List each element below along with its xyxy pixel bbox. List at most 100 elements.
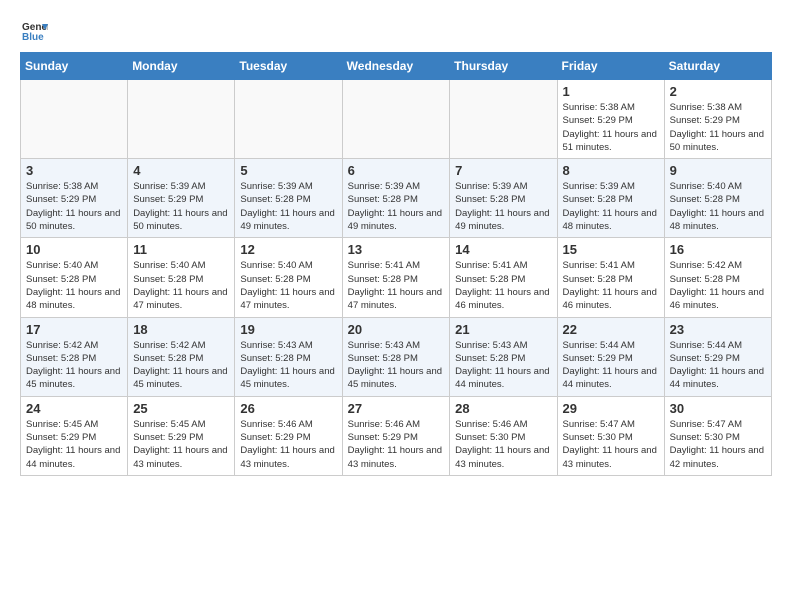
day-number: 26 xyxy=(240,401,336,416)
day-info: Sunrise: 5:40 AM Sunset: 5:28 PM Dayligh… xyxy=(240,259,336,312)
column-header-monday: Monday xyxy=(128,53,235,80)
calendar-day-cell xyxy=(128,80,235,159)
day-number: 2 xyxy=(670,84,766,99)
calendar-week-row: 17 Sunrise: 5:42 AM Sunset: 5:28 PM Dayli… xyxy=(21,317,772,396)
calendar-day-cell: 13 Sunrise: 5:41 AM Sunset: 5:28 PM Dayli… xyxy=(342,238,450,317)
calendar-day-cell: 10Sunrise: 5:40 AM Sunset: 5:28 PM Dayli… xyxy=(21,238,128,317)
day-number: 12 xyxy=(240,242,336,257)
day-info: Sunrise: 5:46 AM Sunset: 5:29 PM Dayligh… xyxy=(348,418,445,471)
page-header: General Blue xyxy=(20,16,772,44)
day-number: 18 xyxy=(133,322,229,337)
day-number: 9 xyxy=(670,163,766,178)
column-header-tuesday: Tuesday xyxy=(235,53,342,80)
day-number: 14 xyxy=(455,242,551,257)
day-info: Sunrise: 5:43 AM Sunset: 5:28 PM Dayligh… xyxy=(348,339,445,392)
day-info: Sunrise: 5:45 AM Sunset: 5:29 PM Dayligh… xyxy=(26,418,122,471)
day-number: 17 xyxy=(26,322,122,337)
calendar-day-cell: 27 Sunrise: 5:46 AM Sunset: 5:29 PM Dayli… xyxy=(342,396,450,475)
day-info: Sunrise: 5:40 AM Sunset: 5:28 PM Dayligh… xyxy=(26,259,122,312)
day-number: 15 xyxy=(563,242,659,257)
calendar-day-cell: 28 Sunrise: 5:46 AM Sunset: 5:30 PM Dayli… xyxy=(450,396,557,475)
calendar-day-cell: 23 Sunrise: 5:44 AM Sunset: 5:29 PM Dayli… xyxy=(664,317,771,396)
day-number: 13 xyxy=(348,242,445,257)
calendar-day-cell: 22 Sunrise: 5:44 AM Sunset: 5:29 PM Dayli… xyxy=(557,317,664,396)
calendar-day-cell: 26 Sunrise: 5:46 AM Sunset: 5:29 PM Dayli… xyxy=(235,396,342,475)
day-number: 6 xyxy=(348,163,445,178)
day-number: 11 xyxy=(133,242,229,257)
day-number: 28 xyxy=(455,401,551,416)
day-info: Sunrise: 5:41 AM Sunset: 5:28 PM Dayligh… xyxy=(348,259,445,312)
day-info: Sunrise: 5:43 AM Sunset: 5:28 PM Dayligh… xyxy=(455,339,551,392)
day-info: Sunrise: 5:39 AM Sunset: 5:28 PM Dayligh… xyxy=(455,180,551,233)
calendar-day-cell: 21 Sunrise: 5:43 AM Sunset: 5:28 PM Dayli… xyxy=(450,317,557,396)
calendar-day-cell: 16Sunrise: 5:42 AM Sunset: 5:28 PM Dayli… xyxy=(664,238,771,317)
calendar-day-cell: 11 Sunrise: 5:40 AM Sunset: 5:28 PM Dayli… xyxy=(128,238,235,317)
day-info: Sunrise: 5:39 AM Sunset: 5:28 PM Dayligh… xyxy=(348,180,445,233)
day-number: 3 xyxy=(26,163,122,178)
calendar-header-row: SundayMondayTuesdayWednesdayThursdayFrid… xyxy=(21,53,772,80)
calendar-day-cell: 24 Sunrise: 5:45 AM Sunset: 5:29 PM Dayli… xyxy=(21,396,128,475)
day-number: 21 xyxy=(455,322,551,337)
day-number: 7 xyxy=(455,163,551,178)
day-number: 29 xyxy=(563,401,659,416)
day-info: Sunrise: 5:45 AM Sunset: 5:29 PM Dayligh… xyxy=(133,418,229,471)
day-info: Sunrise: 5:40 AM Sunset: 5:28 PM Dayligh… xyxy=(670,180,766,233)
day-number: 19 xyxy=(240,322,336,337)
column-header-friday: Friday xyxy=(557,53,664,80)
day-info: Sunrise: 5:39 AM Sunset: 5:28 PM Dayligh… xyxy=(240,180,336,233)
day-number: 1 xyxy=(563,84,659,99)
calendar-day-cell: 7 Sunrise: 5:39 AM Sunset: 5:28 PM Daylig… xyxy=(450,159,557,238)
day-number: 22 xyxy=(563,322,659,337)
day-info: Sunrise: 5:38 AM Sunset: 5:29 PM Dayligh… xyxy=(563,101,659,154)
calendar-day-cell: 5 Sunrise: 5:39 AM Sunset: 5:28 PM Daylig… xyxy=(235,159,342,238)
calendar-day-cell: 19 Sunrise: 5:43 AM Sunset: 5:28 PM Dayli… xyxy=(235,317,342,396)
logo-icon: General Blue xyxy=(20,16,48,44)
calendar-day-cell: 9 Sunrise: 5:40 AM Sunset: 5:28 PM Daylig… xyxy=(664,159,771,238)
calendar-table: SundayMondayTuesdayWednesdayThursdayFrid… xyxy=(20,52,772,476)
day-info: Sunrise: 5:44 AM Sunset: 5:29 PM Dayligh… xyxy=(563,339,659,392)
title-section xyxy=(52,16,772,18)
day-number: 8 xyxy=(563,163,659,178)
day-info: Sunrise: 5:47 AM Sunset: 5:30 PM Dayligh… xyxy=(670,418,766,471)
day-info: Sunrise: 5:40 AM Sunset: 5:28 PM Dayligh… xyxy=(133,259,229,312)
calendar-day-cell xyxy=(21,80,128,159)
calendar-day-cell: 20Sunrise: 5:43 AM Sunset: 5:28 PM Dayli… xyxy=(342,317,450,396)
calendar-week-row: 10Sunrise: 5:40 AM Sunset: 5:28 PM Dayli… xyxy=(21,238,772,317)
calendar-week-row: 3 Sunrise: 5:38 AM Sunset: 5:29 PM Daylig… xyxy=(21,159,772,238)
day-info: Sunrise: 5:47 AM Sunset: 5:30 PM Dayligh… xyxy=(563,418,659,471)
day-number: 30 xyxy=(670,401,766,416)
calendar-day-cell: 30 Sunrise: 5:47 AM Sunset: 5:30 PM Dayli… xyxy=(664,396,771,475)
calendar-day-cell: 2 Sunrise: 5:38 AM Sunset: 5:29 PM Daylig… xyxy=(664,80,771,159)
day-info: Sunrise: 5:41 AM Sunset: 5:28 PM Dayligh… xyxy=(563,259,659,312)
calendar-week-row: 24 Sunrise: 5:45 AM Sunset: 5:29 PM Dayli… xyxy=(21,396,772,475)
day-info: Sunrise: 5:42 AM Sunset: 5:28 PM Dayligh… xyxy=(133,339,229,392)
calendar-day-cell xyxy=(342,80,450,159)
day-info: Sunrise: 5:41 AM Sunset: 5:28 PM Dayligh… xyxy=(455,259,551,312)
calendar-day-cell: 6 Sunrise: 5:39 AM Sunset: 5:28 PM Daylig… xyxy=(342,159,450,238)
day-info: Sunrise: 5:46 AM Sunset: 5:30 PM Dayligh… xyxy=(455,418,551,471)
day-number: 25 xyxy=(133,401,229,416)
day-info: Sunrise: 5:38 AM Sunset: 5:29 PM Dayligh… xyxy=(670,101,766,154)
calendar-day-cell: 14 Sunrise: 5:41 AM Sunset: 5:28 PM Dayli… xyxy=(450,238,557,317)
day-number: 5 xyxy=(240,163,336,178)
calendar-day-cell: 17Sunrise: 5:42 AM Sunset: 5:28 PM Dayli… xyxy=(21,317,128,396)
logo: General Blue xyxy=(20,16,52,44)
calendar-day-cell xyxy=(235,80,342,159)
day-number: 23 xyxy=(670,322,766,337)
day-info: Sunrise: 5:43 AM Sunset: 5:28 PM Dayligh… xyxy=(240,339,336,392)
column-header-saturday: Saturday xyxy=(664,53,771,80)
day-info: Sunrise: 5:46 AM Sunset: 5:29 PM Dayligh… xyxy=(240,418,336,471)
svg-text:Blue: Blue xyxy=(22,32,44,43)
day-number: 27 xyxy=(348,401,445,416)
day-info: Sunrise: 5:38 AM Sunset: 5:29 PM Dayligh… xyxy=(26,180,122,233)
day-number: 4 xyxy=(133,163,229,178)
calendar-day-cell: 4Sunrise: 5:39 AM Sunset: 5:29 PM Daylig… xyxy=(128,159,235,238)
calendar-day-cell xyxy=(450,80,557,159)
calendar-day-cell: 1 Sunrise: 5:38 AM Sunset: 5:29 PM Daylig… xyxy=(557,80,664,159)
day-info: Sunrise: 5:44 AM Sunset: 5:29 PM Dayligh… xyxy=(670,339,766,392)
calendar-day-cell: 18 Sunrise: 5:42 AM Sunset: 5:28 PM Dayli… xyxy=(128,317,235,396)
calendar-day-cell: 12 Sunrise: 5:40 AM Sunset: 5:28 PM Dayli… xyxy=(235,238,342,317)
calendar-day-cell: 15 Sunrise: 5:41 AM Sunset: 5:28 PM Dayli… xyxy=(557,238,664,317)
day-number: 24 xyxy=(26,401,122,416)
day-number: 16 xyxy=(670,242,766,257)
